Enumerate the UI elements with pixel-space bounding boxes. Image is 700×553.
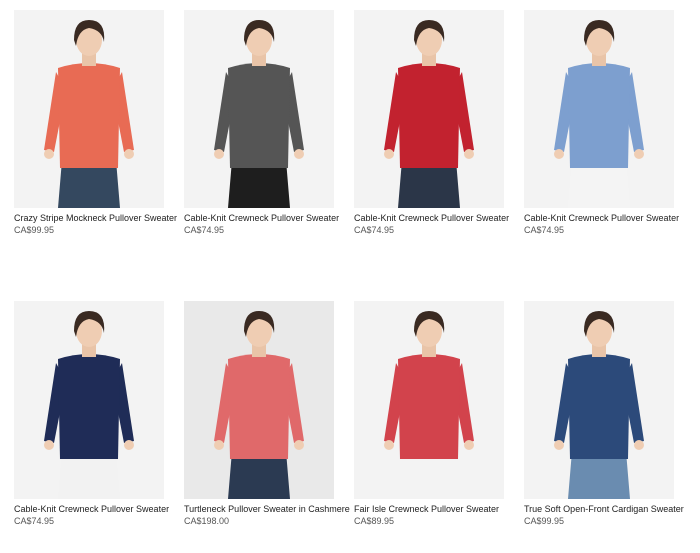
product-name[interactable]: Cable-Knit Crewneck Pullover Sweater	[184, 213, 354, 224]
product-price: CA$74.95	[14, 516, 55, 526]
left-hand	[384, 440, 394, 450]
product-name[interactable]: True Soft Open-Front Cardigan Sweater	[524, 504, 694, 515]
product-image[interactable]	[184, 301, 334, 499]
product-price: CA$99.95	[524, 516, 565, 526]
right-hand	[294, 149, 304, 159]
right-hand	[294, 440, 304, 450]
model-photo	[524, 301, 674, 499]
left-hand	[44, 440, 54, 450]
product-card[interactable]: Crazy Stripe Mockneck Pullover Sweater C…	[14, 10, 177, 235]
product-card[interactable]: Cable-Knit Crewneck Pullover Sweater CA$…	[354, 10, 509, 235]
product-card[interactable]: True Soft Open-Front Cardigan Sweater CA…	[524, 301, 684, 526]
product-price: CA$198.00	[184, 516, 230, 526]
product-card[interactable]: Cable-Knit Crewneck Pullover Sweater CA$…	[184, 10, 339, 235]
sweater	[398, 354, 460, 459]
left-hand	[554, 149, 564, 159]
sweater	[568, 63, 630, 168]
model-photo	[184, 10, 334, 208]
product-image[interactable]	[14, 301, 164, 499]
product-image[interactable]	[524, 301, 674, 499]
left-hand	[44, 149, 54, 159]
sweater	[58, 354, 120, 459]
product-name[interactable]: Cable-Knit Crewneck Pullover Sweater	[524, 213, 694, 224]
product-price: CA$89.95	[354, 516, 395, 526]
model-photo	[354, 301, 504, 499]
product-image[interactable]	[524, 10, 674, 208]
product-price: CA$99.95	[14, 225, 55, 235]
product-name[interactable]: Cable-Knit Crewneck Pullover Sweater	[354, 213, 524, 224]
product-price: CA$74.95	[354, 225, 395, 235]
sweater	[568, 354, 630, 459]
sweater	[228, 63, 290, 168]
product-price: CA$74.95	[524, 225, 565, 235]
model-photo	[14, 301, 164, 499]
product-card[interactable]: Cable-Knit Crewneck Pullover Sweater CA$…	[14, 301, 169, 526]
product-price: CA$74.95	[184, 225, 225, 235]
right-hand	[124, 149, 134, 159]
right-hand	[634, 149, 644, 159]
right-hand	[464, 440, 474, 450]
product-image[interactable]	[184, 10, 334, 208]
product-name[interactable]: Turtleneck Pullover Sweater in Cashmere	[184, 504, 354, 515]
product-name[interactable]: Crazy Stripe Mockneck Pullover Sweater	[14, 213, 184, 224]
product-card[interactable]: Turtleneck Pullover Sweater in Cashmere …	[184, 301, 350, 526]
model-photo	[524, 10, 674, 208]
left-hand	[554, 440, 564, 450]
product-name[interactable]: Fair Isle Crewneck Pullover Sweater	[354, 504, 524, 515]
product-card[interactable]: Cable-Knit Crewneck Pullover Sweater CA$…	[524, 10, 679, 235]
left-hand	[214, 149, 224, 159]
right-hand	[464, 149, 474, 159]
product-image[interactable]	[354, 301, 504, 499]
product-image[interactable]	[14, 10, 164, 208]
left-hand	[214, 440, 224, 450]
sweater	[398, 63, 460, 168]
product-grid: Crazy Stripe Mockneck Pullover Sweater C…	[0, 0, 700, 553]
left-hand	[384, 149, 394, 159]
sweater	[58, 63, 120, 168]
right-hand	[634, 440, 644, 450]
model-photo	[354, 10, 504, 208]
product-name[interactable]: Cable-Knit Crewneck Pullover Sweater	[14, 504, 184, 515]
model-photo	[14, 10, 164, 208]
product-card[interactable]: Fair Isle Crewneck Pullover Sweater CA$8…	[354, 301, 504, 526]
right-hand	[124, 440, 134, 450]
sweater	[228, 354, 290, 459]
product-image[interactable]	[354, 10, 504, 208]
model-photo	[184, 301, 334, 499]
